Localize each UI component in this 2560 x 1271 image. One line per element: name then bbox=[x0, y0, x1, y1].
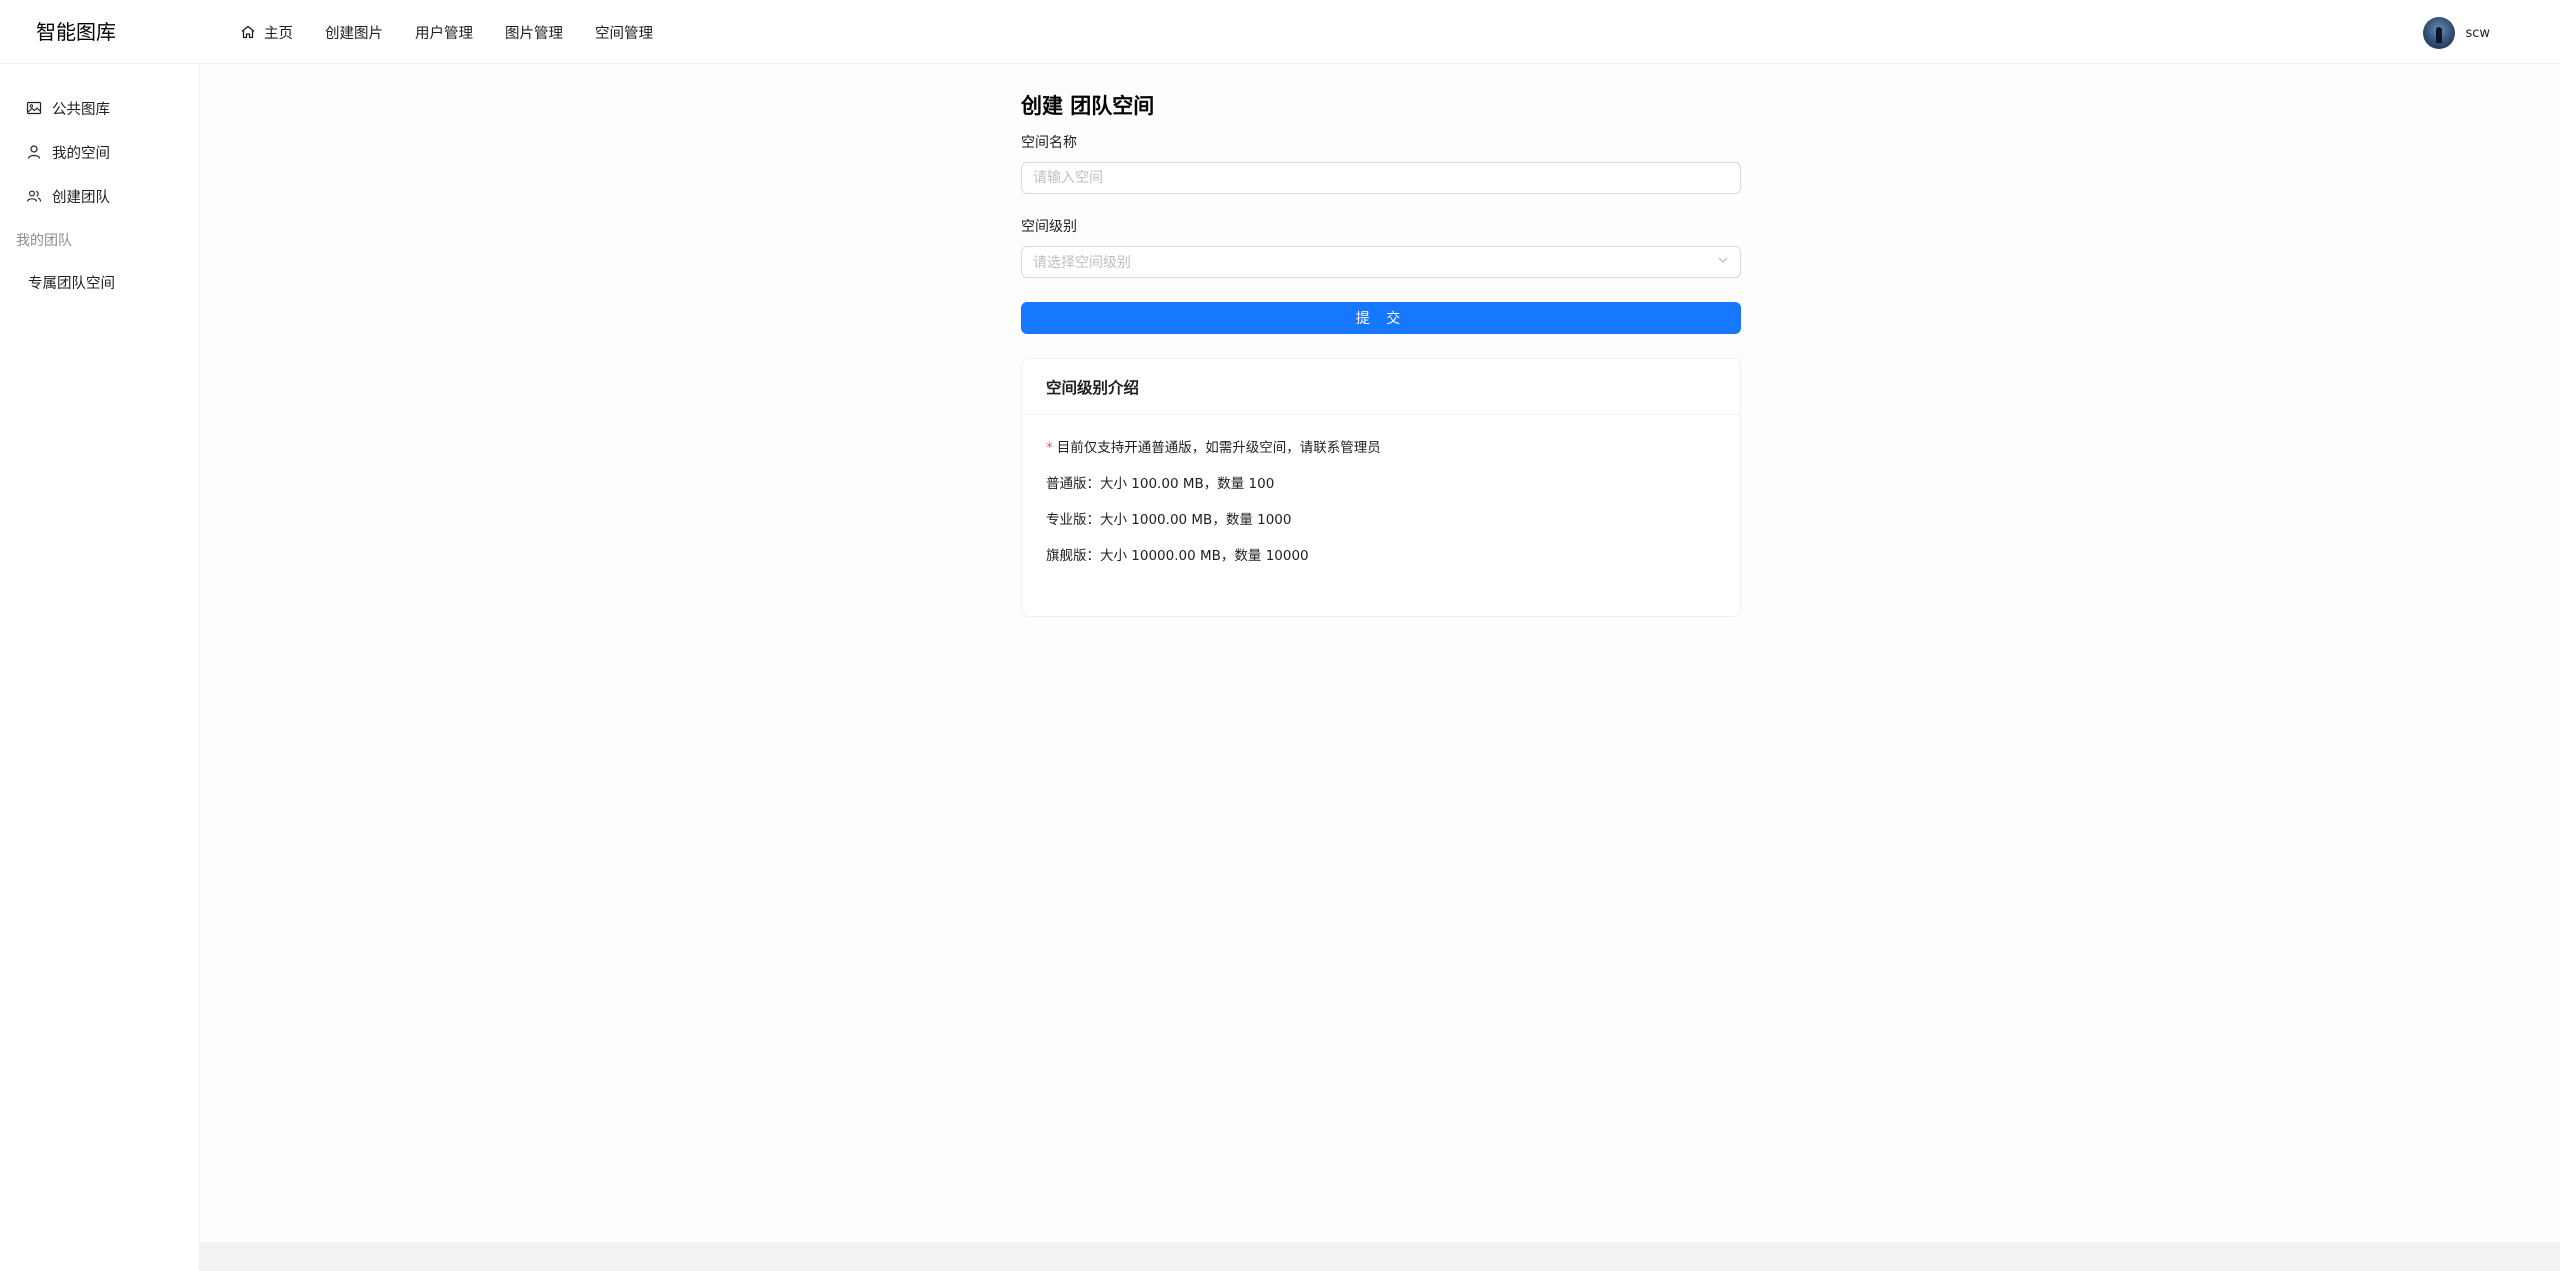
page-title: 创建 团队空间 bbox=[1021, 94, 1155, 118]
level-note: * 目前仅支持开通普通版，如需升级空间，请联系管理员 bbox=[1046, 439, 1716, 458]
top-nav: 主页 创建图片 用户管理 图片管理 空间管理 bbox=[224, 0, 669, 64]
space-name-label: 空间名称 bbox=[1021, 135, 1077, 151]
create-space-form: 创建 团队空间 空间名称 空间级别 请选择空间级别 提 交 空间级别介绍 *目前… bbox=[1021, 90, 1741, 617]
user-icon bbox=[26, 144, 42, 160]
chevron-down-icon bbox=[1717, 254, 1729, 270]
avatar[interactable] bbox=[2423, 17, 2456, 49]
level-item: 旗舰版：大小 10000.00 MB，数量 10000 bbox=[1046, 548, 1309, 564]
footer bbox=[200, 1242, 2560, 1271]
team-icon bbox=[26, 188, 42, 204]
level-note-text: 目前仅支持开通普通版，如需升级空间，请联系管理员 bbox=[1056, 440, 1381, 456]
sidebar-item-label: 专属团队空间 bbox=[28, 275, 115, 292]
home-icon bbox=[240, 24, 256, 40]
nav-item-label: 空间管理 bbox=[595, 25, 653, 42]
user-menu[interactable]: scw bbox=[2423, 17, 2490, 49]
card-title: 空间级别介绍 bbox=[1022, 359, 1740, 415]
nav-item-space-management[interactable]: 空间管理 bbox=[579, 0, 669, 64]
nav-item-create-picture[interactable]: 创建图片 bbox=[309, 0, 399, 64]
nav-item-user-management[interactable]: 用户管理 bbox=[399, 0, 489, 64]
top-header: 智能图库 主页 创建图片 用户管理 图片管理 空间管理 scw bbox=[0, 0, 2560, 64]
required-star: * bbox=[1046, 440, 1053, 456]
sidebar: 公共图库 我的空间 创建团队 我的团队 专属团队空间 bbox=[0, 64, 200, 1271]
nav-item-label: 图片管理 bbox=[505, 25, 563, 42]
space-level-placeholder: 请选择空间级别 bbox=[1033, 255, 1131, 271]
nav-item-picture-management[interactable]: 图片管理 bbox=[489, 0, 579, 64]
level-item: 普通版：大小 100.00 MB，数量 100 bbox=[1046, 476, 1275, 492]
card-body: * 目前仅支持开通普通版，如需升级空间，请联系管理员 普通版：大小 100.00 … bbox=[1022, 415, 1740, 616]
level-item: 专业版：大小 1000.00 MB，数量 1000 bbox=[1046, 512, 1292, 528]
nav-item-label: 用户管理 bbox=[415, 25, 473, 42]
space-level-card: 空间级别介绍 * 目前仅支持开通普通版，如需升级空间，请联系管理员 普通版：大小 … bbox=[1021, 358, 1741, 617]
nav-item-home[interactable]: 主页 bbox=[224, 0, 309, 64]
sidebar-item-public-gallery[interactable]: 公共图库 bbox=[16, 88, 186, 128]
picture-icon bbox=[26, 100, 42, 116]
space-name-input[interactable] bbox=[1021, 162, 1741, 194]
sidebar-item-label: 我的空间 bbox=[52, 145, 110, 162]
app-logo[interactable]: 智能图库 bbox=[36, 18, 116, 46]
sidebar-item-label: 公共图库 bbox=[52, 101, 110, 118]
nav-item-label: 主页 bbox=[264, 25, 293, 42]
sidebar-item-label: 创建团队 bbox=[52, 189, 110, 206]
nav-item-label: 创建图片 bbox=[325, 25, 383, 42]
submit-button[interactable]: 提 交 bbox=[1021, 302, 1741, 334]
sidebar-item-create-team[interactable]: 创建团队 bbox=[16, 176, 186, 216]
space-level-select[interactable]: 请选择空间级别 bbox=[1021, 246, 1741, 278]
space-level-label: 空间级别 bbox=[1021, 219, 1077, 235]
sidebar-item-team-space[interactable]: 专属团队空间 bbox=[18, 262, 188, 302]
username[interactable]: scw bbox=[2465, 26, 2490, 41]
sidebar-item-my-space[interactable]: 我的空间 bbox=[16, 132, 186, 172]
sidebar-group-my-teams: 我的团队 bbox=[16, 233, 72, 249]
